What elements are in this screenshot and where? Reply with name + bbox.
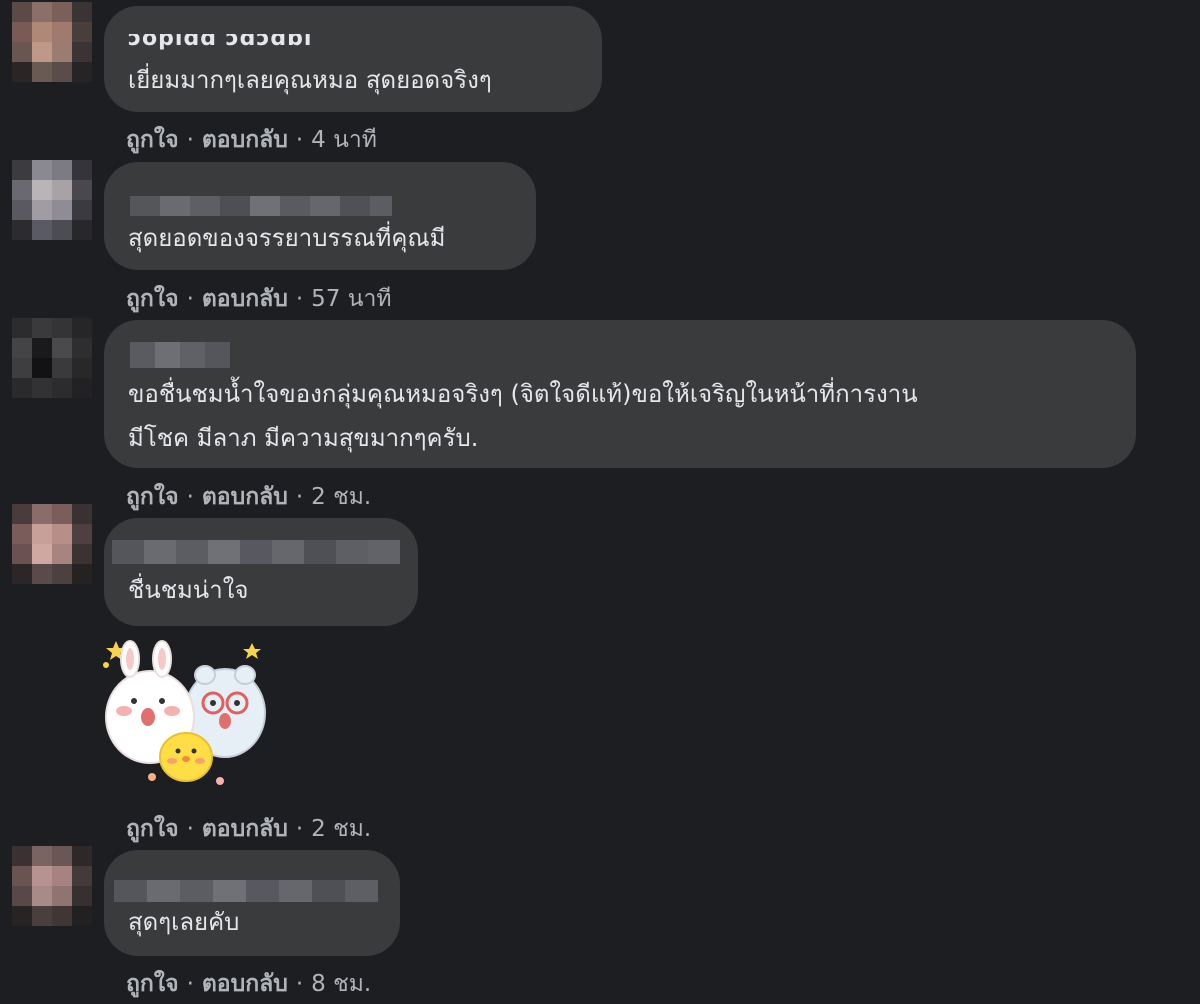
commenter-name-blurred[interactable] (130, 342, 230, 368)
separator-dot: · (186, 484, 194, 510)
commenter-name[interactable]: ɔopiɑɑ ɔɑɔɑɒı (128, 34, 314, 50)
avatar[interactable] (12, 504, 92, 584)
comment-text: สุดยอดของจรรยาบรรณที่คุณมี (128, 224, 446, 252)
commenter-name-blurred[interactable] (112, 540, 400, 564)
comment-actions: ถูกใจ · ตอบกลับ · 8 ชม. (126, 966, 371, 1002)
reply-link[interactable]: ตอบกลับ (202, 127, 288, 153)
timestamp[interactable]: 2 ชม. (311, 816, 371, 842)
separator-dot: · (295, 127, 304, 153)
comment-actions: ถูกใจ · ตอบกลับ · 4 นาที (126, 122, 377, 158)
avatar[interactable] (12, 318, 92, 398)
reply-link[interactable]: ตอบกลับ (202, 816, 288, 842)
separator-dot: · (295, 971, 304, 997)
comment-text: สุดๆเลยคับ (128, 908, 240, 936)
sticker-illustration (103, 640, 266, 785)
reply-link[interactable]: ตอบกลับ (202, 484, 288, 510)
comment-actions: ถูกใจ · ตอบกลับ · 2 ชม. (126, 811, 371, 847)
commenter-name-blurred[interactable] (114, 880, 378, 902)
comment-bubble: ɔopiɑɑ ɔɑɔɑɒı เยี่ยมมากๆเลยคุณหมอ สุดยอด… (104, 6, 602, 112)
comment-text: เยี่ยมมากๆเลยคุณหมอ สุดยอดจริงๆ (128, 66, 492, 94)
like-link[interactable]: ถูกใจ (126, 127, 179, 153)
like-link[interactable]: ถูกใจ (126, 286, 179, 312)
separator-dot: · (295, 484, 304, 510)
comment-text-line-2: มีโชค มีลาภ มีความสุขมากๆครับ. (128, 424, 479, 452)
comment-feed: ɔopiɑɑ ɔɑɔɑɒı เยี่ยมมากๆเลยคุณหมอ สุดยอด… (0, 0, 1200, 1004)
reply-link[interactable]: ตอบกลับ (202, 971, 288, 997)
avatar[interactable] (12, 160, 92, 240)
like-link[interactable]: ถูกใจ (126, 971, 179, 997)
like-link[interactable]: ถูกใจ (126, 484, 179, 510)
comment-actions: ถูกใจ · ตอบกลับ · 57 นาที (126, 281, 392, 317)
avatar[interactable] (12, 2, 92, 82)
comment-bubble: สุดยอดของจรรยาบรรณที่คุณมี (104, 162, 536, 270)
like-link[interactable]: ถูกใจ (126, 816, 179, 842)
timestamp[interactable]: 8 ชม. (311, 971, 371, 997)
separator-dot: · (295, 816, 304, 842)
separator-dot: · (186, 286, 194, 312)
timestamp[interactable]: 2 ชม. (311, 484, 371, 510)
comment-text: ชื่นชมน่าใจ (128, 576, 249, 604)
comment-bubble: ชื่นชมน่าใจ (104, 518, 418, 626)
timestamp[interactable]: 4 นาที (311, 127, 377, 153)
timestamp[interactable]: 57 นาที (311, 286, 391, 312)
cute-animals-sticker[interactable] (100, 635, 270, 793)
avatar[interactable] (12, 846, 92, 926)
comment-text-line-1: ขอชื่นชมน้ำใจของกลุ่มคุณหมอจริงๆ (จิตใจด… (128, 380, 918, 408)
comment-bubble: สุดๆเลยคับ (104, 850, 400, 956)
separator-dot: · (186, 816, 194, 842)
reply-link[interactable]: ตอบกลับ (202, 286, 288, 312)
comment-actions: ถูกใจ · ตอบกลับ · 2 ชม. (126, 479, 371, 515)
commenter-name-blurred[interactable] (130, 196, 392, 216)
separator-dot: · (186, 971, 194, 997)
separator-dot: · (186, 127, 194, 153)
comment-bubble: ขอชื่นชมน้ำใจของกลุ่มคุณหมอจริงๆ (จิตใจด… (104, 320, 1136, 468)
separator-dot: · (295, 286, 304, 312)
